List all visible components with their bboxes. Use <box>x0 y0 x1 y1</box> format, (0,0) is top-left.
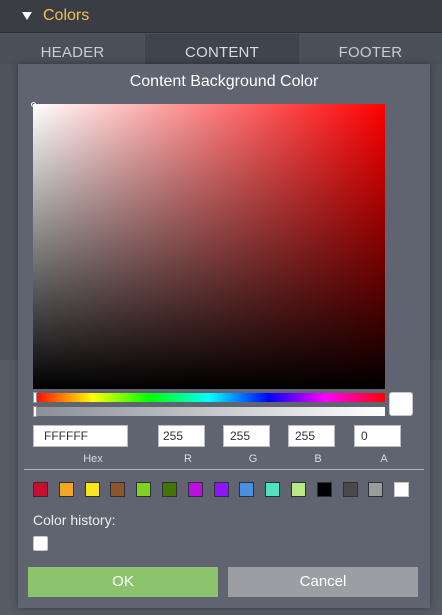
colors-section-header[interactable]: Colors <box>0 0 442 33</box>
red-input[interactable]: 255 <box>158 425 205 447</box>
triangle-down-icon <box>22 12 32 20</box>
alpha-input[interactable]: 0 <box>354 425 401 447</box>
color-swatch[interactable] <box>162 482 177 497</box>
color-swatch[interactable] <box>394 482 410 497</box>
alpha-slider-thumb[interactable] <box>33 406 37 417</box>
divider <box>24 469 424 470</box>
color-swatch[interactable] <box>342 482 358 497</box>
blue-input[interactable]: 255 <box>288 425 335 447</box>
blue-label: B <box>314 453 322 465</box>
ok-button[interactable]: OK <box>28 567 218 597</box>
green-input[interactable]: 255 <box>223 425 270 447</box>
hex-input[interactable]: FFFFFF <box>33 425 128 447</box>
tab-content[interactable]: CONTENT <box>145 34 299 64</box>
hue-slider[interactable] <box>33 392 385 403</box>
tab-header[interactable]: HEADER <box>0 34 145 64</box>
color-swatch[interactable] <box>291 482 306 497</box>
color-preview <box>389 392 413 416</box>
color-swatch[interactable] <box>187 482 203 497</box>
red-label: R <box>184 453 192 465</box>
tab-bar: HEADER CONTENT FOOTER <box>0 34 442 64</box>
color-swatch[interactable] <box>33 482 48 497</box>
hex-label: Hex <box>83 453 103 465</box>
history-swatch[interactable] <box>33 536 48 551</box>
dialog-title: Content Background Color <box>129 73 319 90</box>
alpha-label: A <box>380 453 388 465</box>
color-swatch[interactable] <box>213 482 229 497</box>
color-swatch[interactable] <box>58 482 74 497</box>
green-label: G <box>248 453 258 465</box>
color-picker-dialog: Content Background Color FFFFFF 255 255 … <box>18 64 430 608</box>
picker-handle[interactable] <box>31 102 36 107</box>
cancel-button[interactable]: Cancel <box>228 567 418 597</box>
tab-footer[interactable]: FOOTER <box>299 34 442 64</box>
color-history-label: Color history: <box>33 512 116 528</box>
color-swatch[interactable] <box>84 482 100 497</box>
hue-slider-thumb[interactable] <box>33 392 37 403</box>
section-title: Colors <box>43 7 90 24</box>
color-swatch[interactable] <box>136 482 152 497</box>
color-swatch[interactable] <box>368 482 384 497</box>
color-swatch[interactable] <box>239 482 255 497</box>
color-swatch[interactable] <box>265 482 281 497</box>
color-swatch[interactable] <box>316 482 332 497</box>
color-swatch[interactable] <box>110 482 126 497</box>
saturation-value-picker[interactable] <box>31 102 385 389</box>
alpha-slider[interactable] <box>33 406 385 417</box>
